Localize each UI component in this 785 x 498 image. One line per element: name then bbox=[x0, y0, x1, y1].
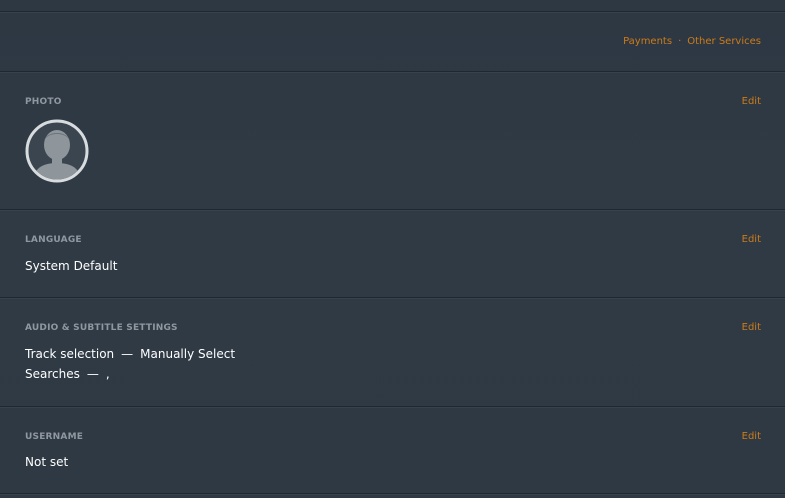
track-selection-row: Track selection — Manually Select bbox=[25, 347, 235, 361]
section-divider bbox=[0, 209, 785, 211]
track-selection-label: Track selection bbox=[25, 347, 115, 361]
language-value: System Default bbox=[25, 259, 118, 273]
payments-link[interactable]: Payments bbox=[623, 36, 672, 47]
section-divider bbox=[0, 11, 785, 13]
language-label: LANGUAGE bbox=[25, 235, 82, 245]
other-services-link[interactable]: Other Services bbox=[687, 36, 761, 47]
audio-subtitle-label: AUDIO & SUBTITLE SETTINGS bbox=[25, 323, 178, 333]
avatar[interactable] bbox=[25, 119, 89, 183]
searches-row: Searches —, bbox=[25, 367, 110, 381]
photo-label: PHOTO bbox=[25, 97, 62, 107]
photo-edit-link[interactable]: Edit bbox=[742, 96, 761, 107]
language-edit-link[interactable]: Edit bbox=[742, 234, 761, 245]
account-settings-page: Payments · Other Services PHOTO Edit LAN… bbox=[0, 0, 785, 498]
section-divider bbox=[0, 297, 785, 299]
username-value: Not set bbox=[25, 455, 69, 469]
dash-separator: — bbox=[121, 347, 134, 361]
section-divider bbox=[0, 406, 785, 408]
section-divider bbox=[0, 71, 785, 73]
track-selection-value: Manually Select bbox=[140, 347, 236, 361]
searches-label: Searches bbox=[25, 367, 80, 381]
username-edit-link[interactable]: Edit bbox=[742, 431, 761, 442]
link-separator: · bbox=[678, 36, 682, 47]
top-links: Payments · Other Services bbox=[623, 36, 761, 47]
audio-subtitle-edit-link[interactable]: Edit bbox=[742, 322, 761, 333]
user-silhouette-icon bbox=[25, 119, 89, 183]
dash-separator: — bbox=[86, 367, 99, 381]
username-label: USERNAME bbox=[25, 432, 84, 442]
searches-value: , bbox=[105, 367, 110, 381]
section-divider bbox=[0, 493, 785, 495]
